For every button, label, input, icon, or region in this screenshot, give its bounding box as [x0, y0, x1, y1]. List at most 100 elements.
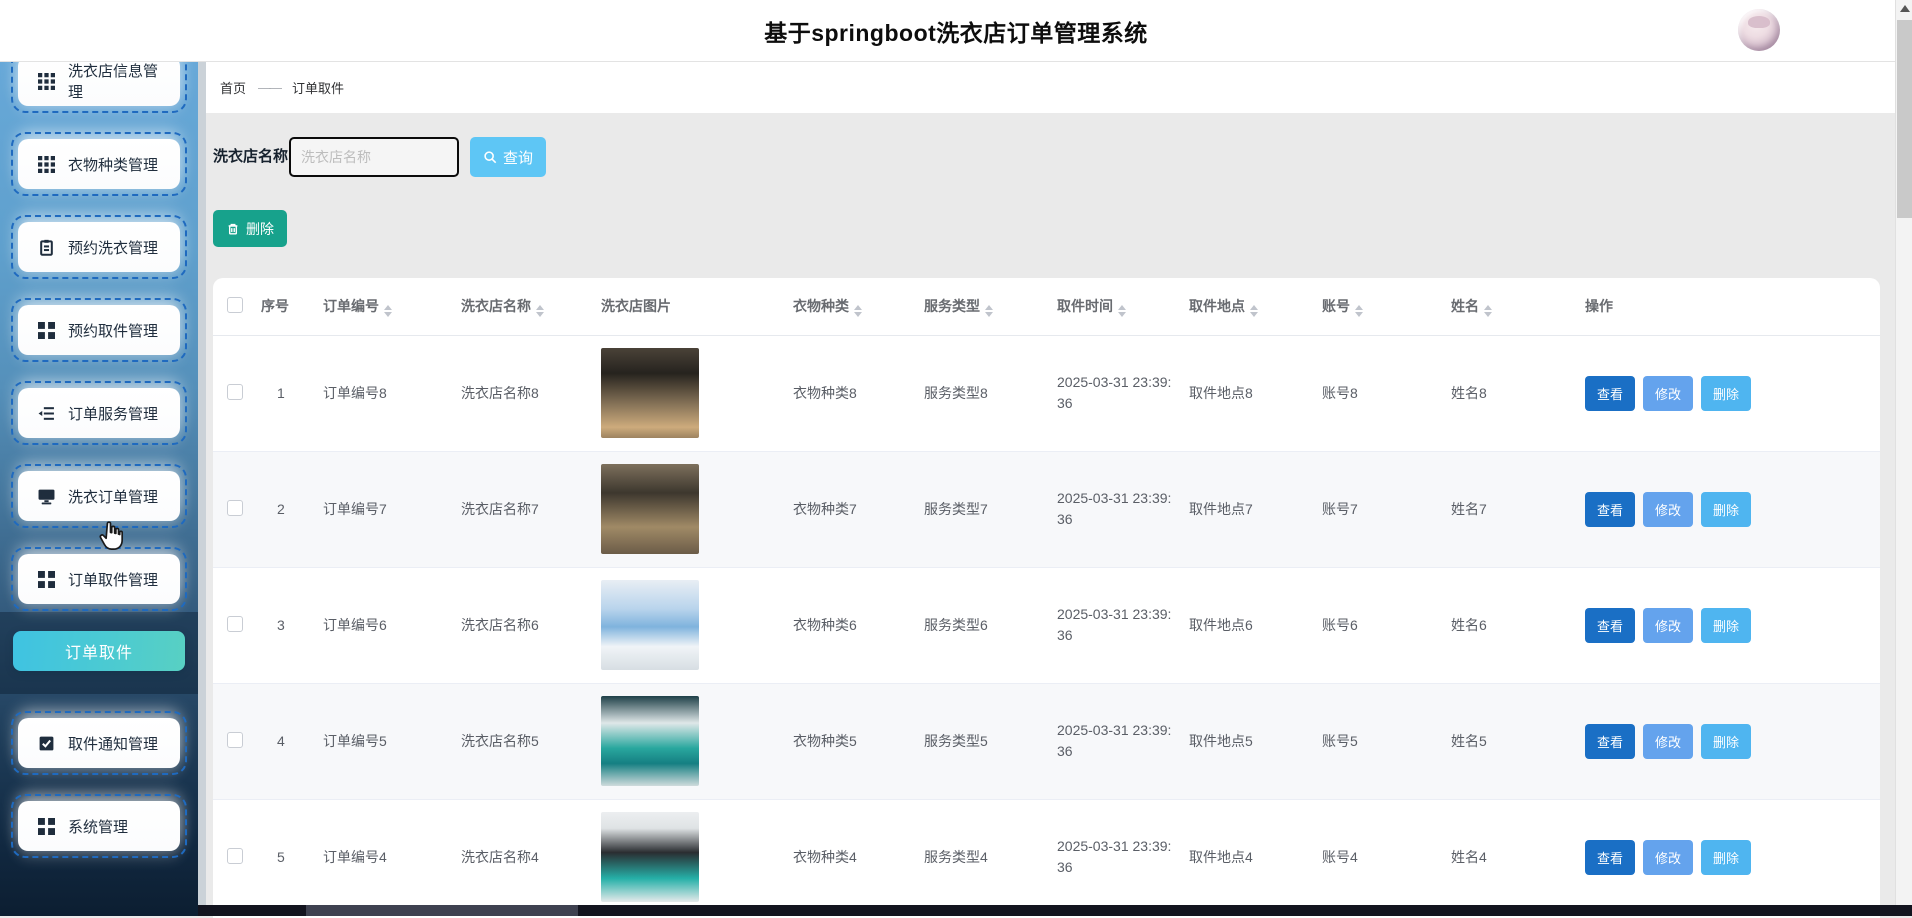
sort-carets-icon[interactable] [1484, 305, 1492, 317]
column-header-label: 洗衣店名称 [461, 298, 531, 314]
sort-carets-icon[interactable] [1355, 305, 1363, 317]
edit-button[interactable]: 修改 [1643, 492, 1693, 527]
sidebar-active-band: 订单取件 [0, 612, 198, 694]
row-index-cell: 4 [253, 683, 315, 799]
sort-carets-icon[interactable] [536, 305, 544, 317]
sidebar: 洗衣店信息管理衣物种类管理预约洗衣管理预约取件管理订单服务管理洗衣订单管理订单取… [0, 62, 198, 916]
delete-button[interactable]: 删除 [1701, 376, 1751, 411]
sidebar-item-label: 订单服务管理 [68, 403, 158, 424]
sort-carets-icon[interactable] [985, 305, 993, 317]
table-header-row: 序号订单编号洗衣店名称洗衣店图片衣物种类服务类型取件时间取件地点账号姓名操作 [213, 278, 1880, 335]
name-cell: 姓名4 [1443, 799, 1577, 915]
row-checkbox[interactable] [227, 848, 243, 864]
column-header-label: 取件地点 [1189, 298, 1245, 314]
pickup-place-cell: 取件地点8 [1181, 335, 1314, 451]
pickup-time-cell: 2025-03-31 23:39:36 [1049, 451, 1181, 567]
shop-photo-8 [601, 348, 699, 438]
main-content: 洗衣店名称 查询 删除 序号订单编号洗衣店名称洗衣店图片衣物种类服务类型取件时间… [206, 113, 1895, 916]
trash-icon [226, 222, 240, 236]
sort-carets-icon[interactable] [854, 305, 862, 317]
shop-name-label: 洗衣店名称 [213, 137, 288, 177]
user-avatar[interactable] [1738, 9, 1780, 51]
column-header-label: 账号 [1322, 298, 1350, 314]
service-type-cell: 服务类型7 [916, 451, 1049, 567]
service-type-cell: 服务类型5 [916, 683, 1049, 799]
query-button[interactable]: 查询 [470, 137, 546, 177]
delete-button[interactable]: 删除 [1701, 492, 1751, 527]
select-all-checkbox[interactable] [227, 297, 243, 313]
sidebar-item-洗衣订单管理[interactable]: 洗衣订单管理 [18, 471, 180, 521]
pickup-place-cell: 取件地点6 [1181, 567, 1314, 683]
vertical-scrollbar[interactable] [1895, 0, 1912, 916]
shop-name-cell: 洗衣店名称4 [453, 799, 593, 915]
table-row: 1订单编号8洗衣店名称8衣物种类8服务类型82025-03-31 23:39:3… [213, 335, 1880, 451]
account-cell: 账号4 [1314, 799, 1443, 915]
scroll-up-arrow-icon[interactable] [1900, 5, 1910, 12]
sort-carets-icon[interactable] [1118, 305, 1126, 317]
row-checkbox[interactable] [227, 616, 243, 632]
view-button[interactable]: 查看 [1585, 608, 1635, 643]
order-number-cell: 订单编号8 [315, 335, 453, 451]
name-cell: 姓名5 [1443, 683, 1577, 799]
sort-carets-icon[interactable] [384, 305, 392, 317]
actions-cell: 查看修改删除 [1577, 451, 1880, 567]
sidebar-item-订单取件[interactable]: 订单取件 [13, 631, 185, 671]
table-row: 2订单编号7洗衣店名称7衣物种类7服务类型72025-03-31 23:39:3… [213, 451, 1880, 567]
grid4-icon [38, 322, 55, 339]
row-checkbox-cell [213, 683, 253, 799]
orders-table: 序号订单编号洗衣店名称洗衣店图片衣物种类服务类型取件时间取件地点账号姓名操作 1… [213, 278, 1880, 916]
edit-button[interactable]: 修改 [1643, 840, 1693, 875]
sidebar-item-洗衣店信息管理[interactable]: 洗衣店信息管理 [18, 62, 180, 106]
bulk-delete-button[interactable]: 删除 [213, 210, 287, 247]
pickup-time-cell: 2025-03-31 23:39:36 [1049, 567, 1181, 683]
view-button[interactable]: 查看 [1585, 492, 1635, 527]
account-cell: 账号6 [1314, 567, 1443, 683]
sidebar-item-取件通知管理[interactable]: 取件通知管理 [18, 718, 180, 768]
breadcrumb-home-link[interactable]: 首页 [220, 78, 246, 97]
vertical-scrollbar-thumb[interactable] [1897, 20, 1912, 218]
row-checkbox-cell [213, 451, 253, 567]
row-checkbox[interactable] [227, 732, 243, 748]
clothing-type-cell: 衣物种类6 [785, 567, 916, 683]
view-button[interactable]: 查看 [1585, 724, 1635, 759]
sidebar-item-预约取件管理[interactable]: 预约取件管理 [18, 305, 180, 355]
pickup-place-cell: 取件地点5 [1181, 683, 1314, 799]
horizontal-scrollbar[interactable] [198, 905, 1912, 916]
delete-button[interactable]: 删除 [1701, 840, 1751, 875]
column-header-取件地点: 取件地点 [1181, 278, 1314, 335]
horizontal-scrollbar-thumb[interactable] [306, 905, 578, 916]
monitor-icon [38, 488, 55, 505]
delete-button[interactable]: 删除 [1701, 608, 1751, 643]
sidebar-item-系统管理[interactable]: 系统管理 [18, 801, 180, 851]
edit-button[interactable]: 修改 [1643, 608, 1693, 643]
sidebar-item-label: 预约洗衣管理 [68, 237, 158, 258]
view-button[interactable]: 查看 [1585, 376, 1635, 411]
sidebar-scrollbar[interactable] [198, 62, 206, 916]
sort-carets-icon[interactable] [1250, 305, 1258, 317]
row-checkbox-cell [213, 335, 253, 451]
row-checkbox[interactable] [227, 384, 243, 400]
shop-name-cell: 洗衣店名称7 [453, 451, 593, 567]
edit-button[interactable]: 修改 [1643, 724, 1693, 759]
shop-photo-4 [601, 812, 699, 902]
shop-name-cell: 洗衣店名称5 [453, 683, 593, 799]
grid4-icon [38, 818, 55, 835]
row-checkbox-cell [213, 799, 253, 915]
row-index-cell: 2 [253, 451, 315, 567]
sidebar-item-衣物种类管理[interactable]: 衣物种类管理 [18, 139, 180, 189]
order-number-cell: 订单编号5 [315, 683, 453, 799]
sidebar-item-订单取件管理[interactable]: 订单取件管理 [18, 554, 180, 604]
delete-button[interactable]: 删除 [1701, 724, 1751, 759]
column-header-取件时间: 取件时间 [1049, 278, 1181, 335]
page-title: 基于springboot洗衣店订单管理系统 [764, 14, 1148, 48]
sidebar-item-订单服务管理[interactable]: 订单服务管理 [18, 388, 180, 438]
edit-button[interactable]: 修改 [1643, 376, 1693, 411]
row-checkbox[interactable] [227, 500, 243, 516]
account-cell: 账号8 [1314, 335, 1443, 451]
shop-photo-cell [593, 567, 785, 683]
view-button[interactable]: 查看 [1585, 840, 1635, 875]
shop-name-input[interactable] [289, 137, 459, 177]
sidebar-item-预约洗衣管理[interactable]: 预约洗衣管理 [18, 222, 180, 272]
service-type-cell: 服务类型6 [916, 567, 1049, 683]
column-header-label: 服务类型 [924, 298, 980, 314]
